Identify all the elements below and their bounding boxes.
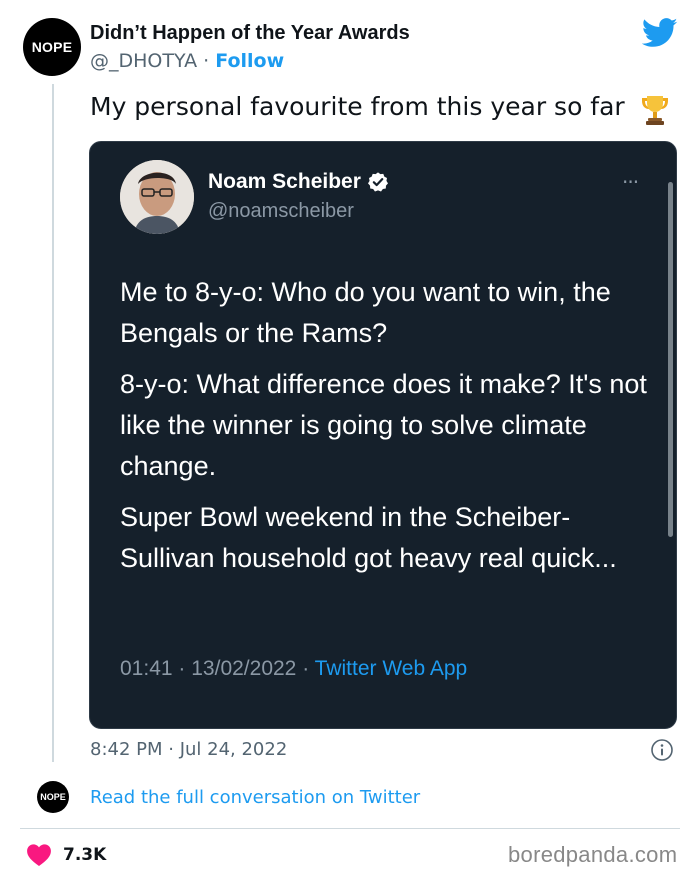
separator: ·	[203, 50, 210, 72]
embedded-source-app: Twitter Web App	[314, 657, 468, 680]
twitter-bird-icon[interactable]	[642, 18, 678, 48]
embedded-time: 01:41	[120, 657, 173, 680]
embedded-author-name: Noam Scheiber	[208, 170, 389, 194]
embedded-cut-off-row	[120, 720, 590, 728]
like-count: 7.3K	[63, 845, 107, 865]
author-name[interactable]: Didn’t Happen of the Year Awards	[90, 22, 410, 45]
more-options-icon: ···	[622, 170, 639, 194]
author-avatar-small[interactable]: NOPE	[37, 781, 69, 813]
heart-icon[interactable]	[26, 843, 52, 867]
embedded-date: 13/02/2022	[191, 657, 297, 680]
embedded-paragraph: 8-y-o: What difference does it make? It'…	[120, 369, 647, 481]
author-avatar-text: NOPE	[31, 39, 73, 55]
embedded-author-name-text: Noam Scheiber	[208, 170, 361, 193]
separator: ·	[302, 657, 310, 680]
tweet-text: My personal favourite from this year so …	[90, 92, 625, 121]
embedded-author-handle: @noamscheiber	[208, 200, 354, 222]
separator: ·	[178, 657, 186, 680]
verified-badge-icon	[367, 172, 388, 192]
embedded-tweet-screenshot: Noam Scheiber @noamscheiber ··· Me to 8-…	[89, 141, 677, 729]
embedded-paragraph: Super Bowl weekend in the Scheiber-Sulli…	[120, 502, 617, 573]
trophy-icon	[642, 96, 668, 125]
embedded-paragraph: Me to 8-y-o: Who do you want to win, the…	[120, 277, 611, 348]
read-conversation-link[interactable]: Read the full conversation on Twitter	[90, 787, 420, 808]
author-handle[interactable]: @_DHOTYA	[90, 50, 197, 72]
tweet-timestamp[interactable]: 8:42 PM · Jul 24, 2022	[90, 739, 287, 760]
divider	[20, 828, 680, 829]
author-avatar-small-text: NOPE	[40, 792, 66, 802]
author-handle-row: @_DHOTYA · Follow	[90, 50, 284, 72]
info-icon[interactable]	[650, 738, 674, 762]
embedded-tweet-body: Me to 8-y-o: Who do you want to win, the…	[120, 272, 660, 589]
embedded-tweet-meta: 01:41 · 13/02/2022 · Twitter Web App	[120, 657, 467, 681]
source-watermark: boredpanda.com	[508, 842, 678, 867]
author-avatar[interactable]: NOPE	[23, 18, 81, 76]
embedded-scrollbar	[668, 182, 673, 537]
embedded-author-avatar	[120, 160, 194, 234]
follow-button[interactable]: Follow	[215, 50, 284, 72]
thread-line	[52, 84, 54, 762]
